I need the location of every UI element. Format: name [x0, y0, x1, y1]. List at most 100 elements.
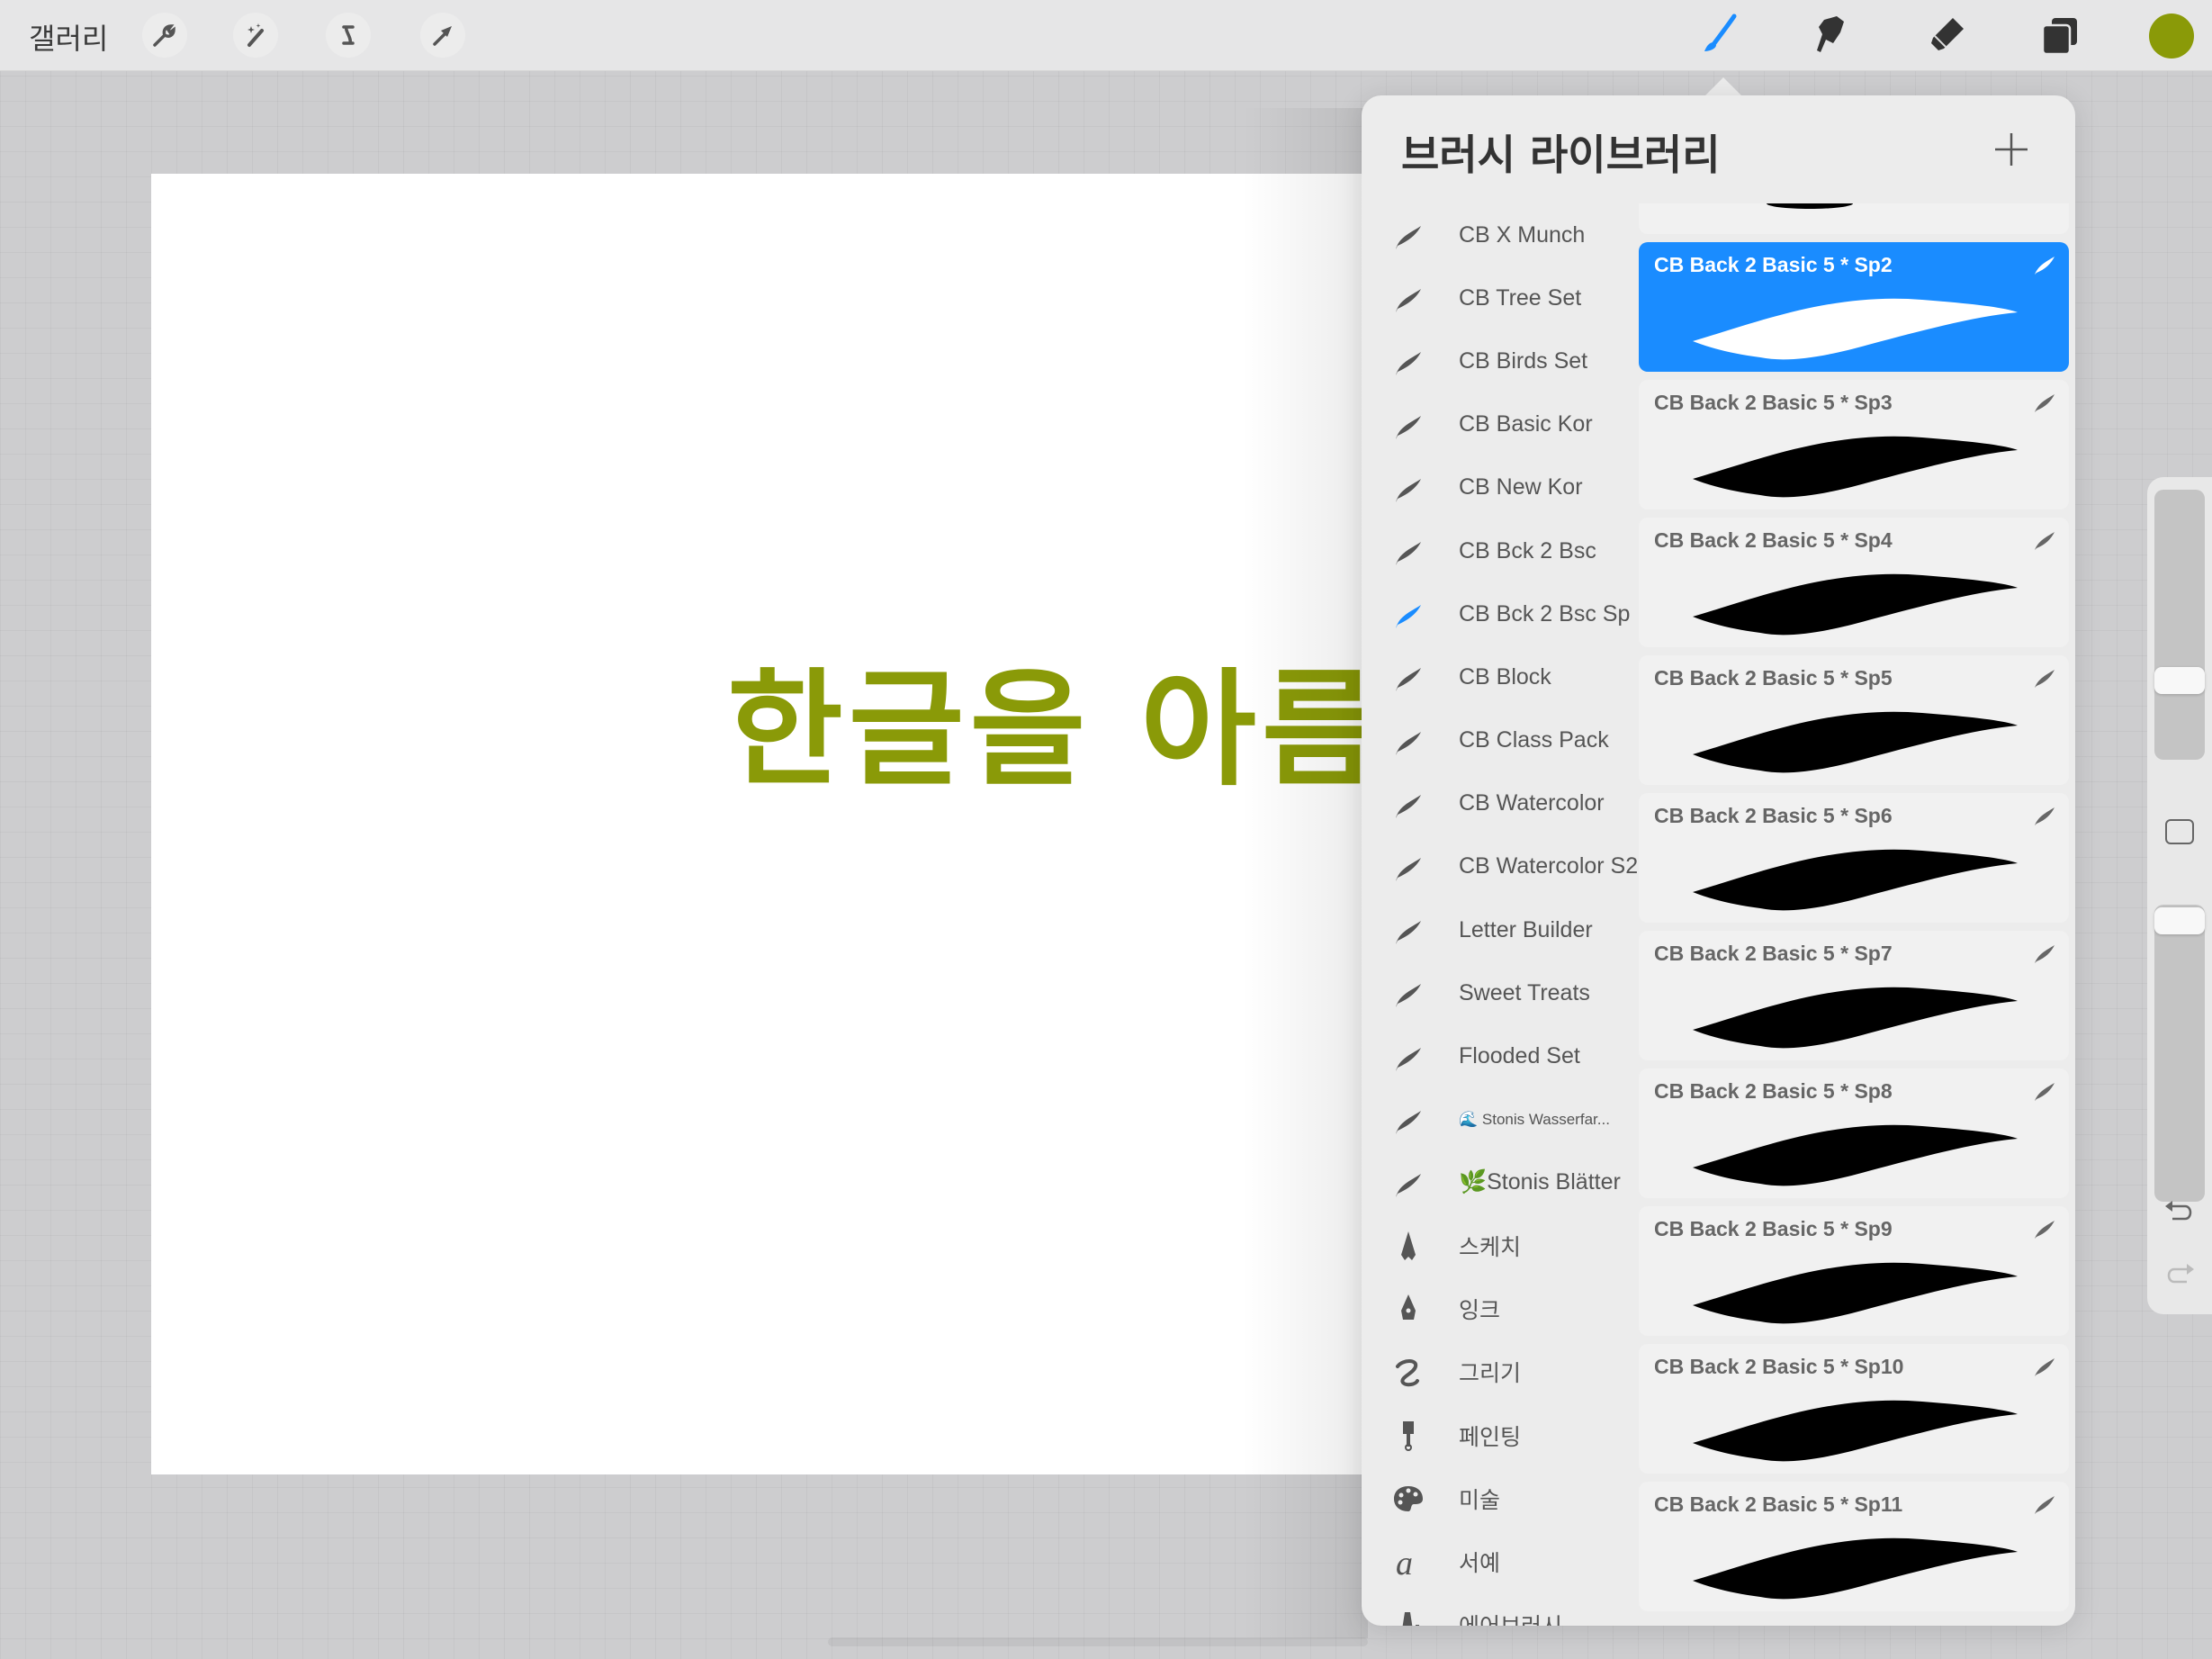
brush-name: CB Back 2 Basic 5 * Sp5	[1654, 666, 1893, 690]
brush-set-label: CB Bck 2 Bsc Sp	[1459, 600, 1631, 627]
brush-type-icon	[2035, 1358, 2055, 1376]
brush-type-icon	[2035, 1221, 2055, 1239]
color-picker-button[interactable]	[2149, 14, 2194, 59]
brush-card-selected[interactable]: CB Back 2 Basic 5 * Sp2	[1639, 242, 2069, 372]
brush-card[interactable]: CB Back 2 Basic 5 * Sp9	[1639, 1206, 2069, 1336]
adjustments-button[interactable]	[233, 13, 278, 58]
brush-set-item[interactable]: 🌊 Stonis Wasserfar...	[1362, 1088, 1632, 1151]
brush-set-item[interactable]: CB Birds Set	[1362, 329, 1632, 392]
horizontal-scroll-indicator	[828, 1637, 1368, 1646]
brush-type-icon	[2035, 1083, 2055, 1101]
brush-set-item[interactable]: CB Basic Kor	[1362, 393, 1632, 456]
smudge-tool-button[interactable]	[1806, 11, 1855, 59]
brush-card[interactable]: CB Back 2 Basic 5 * Sp5	[1639, 655, 2069, 785]
brush-set-label: CB Watercolor S2	[1459, 853, 1639, 879]
brush-name: CB Back 2 Basic 5 * Sp7	[1654, 942, 1893, 965]
brush-set-item[interactable]: CB X Munch	[1362, 203, 1632, 266]
add-brush-set-button[interactable]	[1992, 130, 2031, 169]
brush-set-label: CB Basic Kor	[1459, 411, 1593, 437]
brush-set-item[interactable]: a 서예	[1362, 1530, 1632, 1593]
brush-set-icon	[1389, 975, 1428, 1011]
brush-set-item[interactable]: 🌿Stonis Blätter	[1362, 1151, 1632, 1214]
brush-card[interactable]	[1639, 203, 2069, 234]
selection-button[interactable]	[326, 13, 371, 58]
squiggle-icon	[1389, 1354, 1428, 1390]
brush-size-thumb[interactable]	[2154, 667, 2205, 695]
brush-set-item[interactable]: CB Block	[1362, 645, 1632, 708]
brush-set-item[interactable]: CB Watercolor	[1362, 772, 1632, 835]
brush-stroke-preview	[1693, 1262, 2018, 1324]
brush-set-item[interactable]: 에어브러시	[1362, 1593, 1632, 1626]
gallery-button[interactable]: 갤러리	[29, 16, 108, 58]
brush-set-item[interactable]: 스케치	[1362, 1214, 1632, 1277]
brush-set-label: 🌿Stonis Blätter	[1459, 1169, 1621, 1195]
actions-button[interactable]	[142, 13, 187, 58]
brush-set-label: 잉크	[1459, 1298, 1501, 1324]
brush-set-icon	[1389, 786, 1428, 822]
redo-icon	[2167, 1264, 2194, 1284]
brush-set-item[interactable]: CB Tree Set	[1362, 266, 1632, 329]
brush-set-label: Flooded Set	[1459, 1043, 1580, 1069]
transform-button[interactable]	[420, 13, 465, 58]
brush-set-label: 스케치	[1459, 1235, 1522, 1261]
brush-card[interactable]: CB Back 2 Basic 5 * Sp3	[1639, 380, 2069, 509]
brush-set-icon	[1389, 407, 1428, 443]
smudge-icon	[1817, 16, 1844, 52]
brush-set-label: 🌊 Stonis Wasserfar...	[1459, 1110, 1610, 1128]
opacity-thumb[interactable]	[2154, 907, 2205, 934]
brush-stroke-preview	[1693, 849, 2018, 911]
layers-button[interactable]	[2036, 11, 2084, 59]
brush-card[interactable]: CB Back 2 Basic 5 * Sp6	[1639, 793, 2069, 923]
brush-card[interactable]: CB Back 2 Basic 5 * Sp7	[1639, 931, 2069, 1060]
brush-set-icon	[1389, 1165, 1428, 1201]
svg-text:a: a	[1396, 1545, 1413, 1580]
layers-icon	[2041, 18, 2077, 56]
undo-icon	[2165, 1201, 2192, 1221]
brush-set-list: CB X Munch CB Tree Set CB Birds Set CB B…	[1362, 203, 1638, 1626]
brush-set-item[interactable]: CB Class Pack	[1362, 709, 1632, 772]
brush-set-icon	[1389, 280, 1428, 316]
selection-icon	[342, 25, 355, 45]
arrow-icon	[433, 26, 452, 46]
brush-card[interactable]: CB Back 2 Basic 5 * Sp11	[1639, 1482, 2069, 1611]
brush-stroke-preview	[1693, 1124, 2018, 1186]
side-controls	[2147, 477, 2212, 1314]
brush-set-item[interactable]: 미술	[1362, 1467, 1632, 1530]
brush-stroke-preview	[1693, 987, 2018, 1049]
brush-set-icon	[1389, 849, 1428, 885]
brush-stroke-preview	[1693, 573, 2018, 636]
redo-button[interactable]	[2163, 1260, 2196, 1287]
brush-card[interactable]: CB Back 2 Basic 5 * Sp8	[1639, 1068, 2069, 1198]
brush-set-label: CB Bck 2 Bsc	[1459, 537, 1596, 564]
brush-set-label: 서예	[1459, 1551, 1501, 1577]
brush-card[interactable]: CB Back 2 Basic 5 * Sp10	[1639, 1344, 2069, 1474]
brush-set-item[interactable]: 그리기	[1362, 1340, 1632, 1403]
pen-nib-icon	[1389, 1291, 1428, 1327]
brush-set-item[interactable]: CB Bck 2 Bsc	[1362, 519, 1632, 582]
paint-tool-button[interactable]	[1695, 11, 1743, 59]
brush-set-label: Letter Builder	[1459, 916, 1593, 942]
brush-set-label: CB New Kor	[1459, 474, 1583, 500]
brush-set-item[interactable]: 페인팅	[1362, 1404, 1632, 1467]
brush-set-icon	[1389, 343, 1428, 379]
brush-set-item[interactable]: CB Bck 2 Bsc Sp	[1362, 582, 1632, 645]
top-toolbar: 갤러리	[0, 0, 2212, 71]
brush-size-slider[interactable]	[2154, 490, 2205, 760]
wrench-icon	[153, 24, 175, 47]
brush-set-icon	[1389, 1039, 1428, 1075]
palette-icon	[1389, 1481, 1428, 1517]
brush-library-panel: 브러시 라이브러리 CB X Munch CB Tree Set CB Bird…	[1362, 95, 2075, 1626]
modify-button[interactable]	[2165, 819, 2194, 844]
opacity-slider[interactable]	[2154, 905, 2205, 1202]
drawing-canvas[interactable]: 한글을 아름답게	[151, 174, 1620, 1474]
brush-card[interactable]: CB Back 2 Basic 5 * Sp4	[1639, 518, 2069, 647]
brush-set-item[interactable]: Flooded Set	[1362, 1024, 1632, 1087]
brush-set-item[interactable]: CB New Kor	[1362, 456, 1632, 519]
undo-button[interactable]	[2163, 1197, 2196, 1224]
erase-tool-button[interactable]	[1922, 11, 1971, 59]
brush-set-item[interactable]: 잉크	[1362, 1277, 1632, 1340]
paintbrush-icon	[1389, 1418, 1428, 1454]
brush-set-item[interactable]: CB Watercolor S2	[1362, 835, 1638, 898]
brush-set-item[interactable]: Sweet Treats	[1362, 961, 1632, 1024]
brush-set-item[interactable]: Letter Builder	[1362, 898, 1632, 961]
